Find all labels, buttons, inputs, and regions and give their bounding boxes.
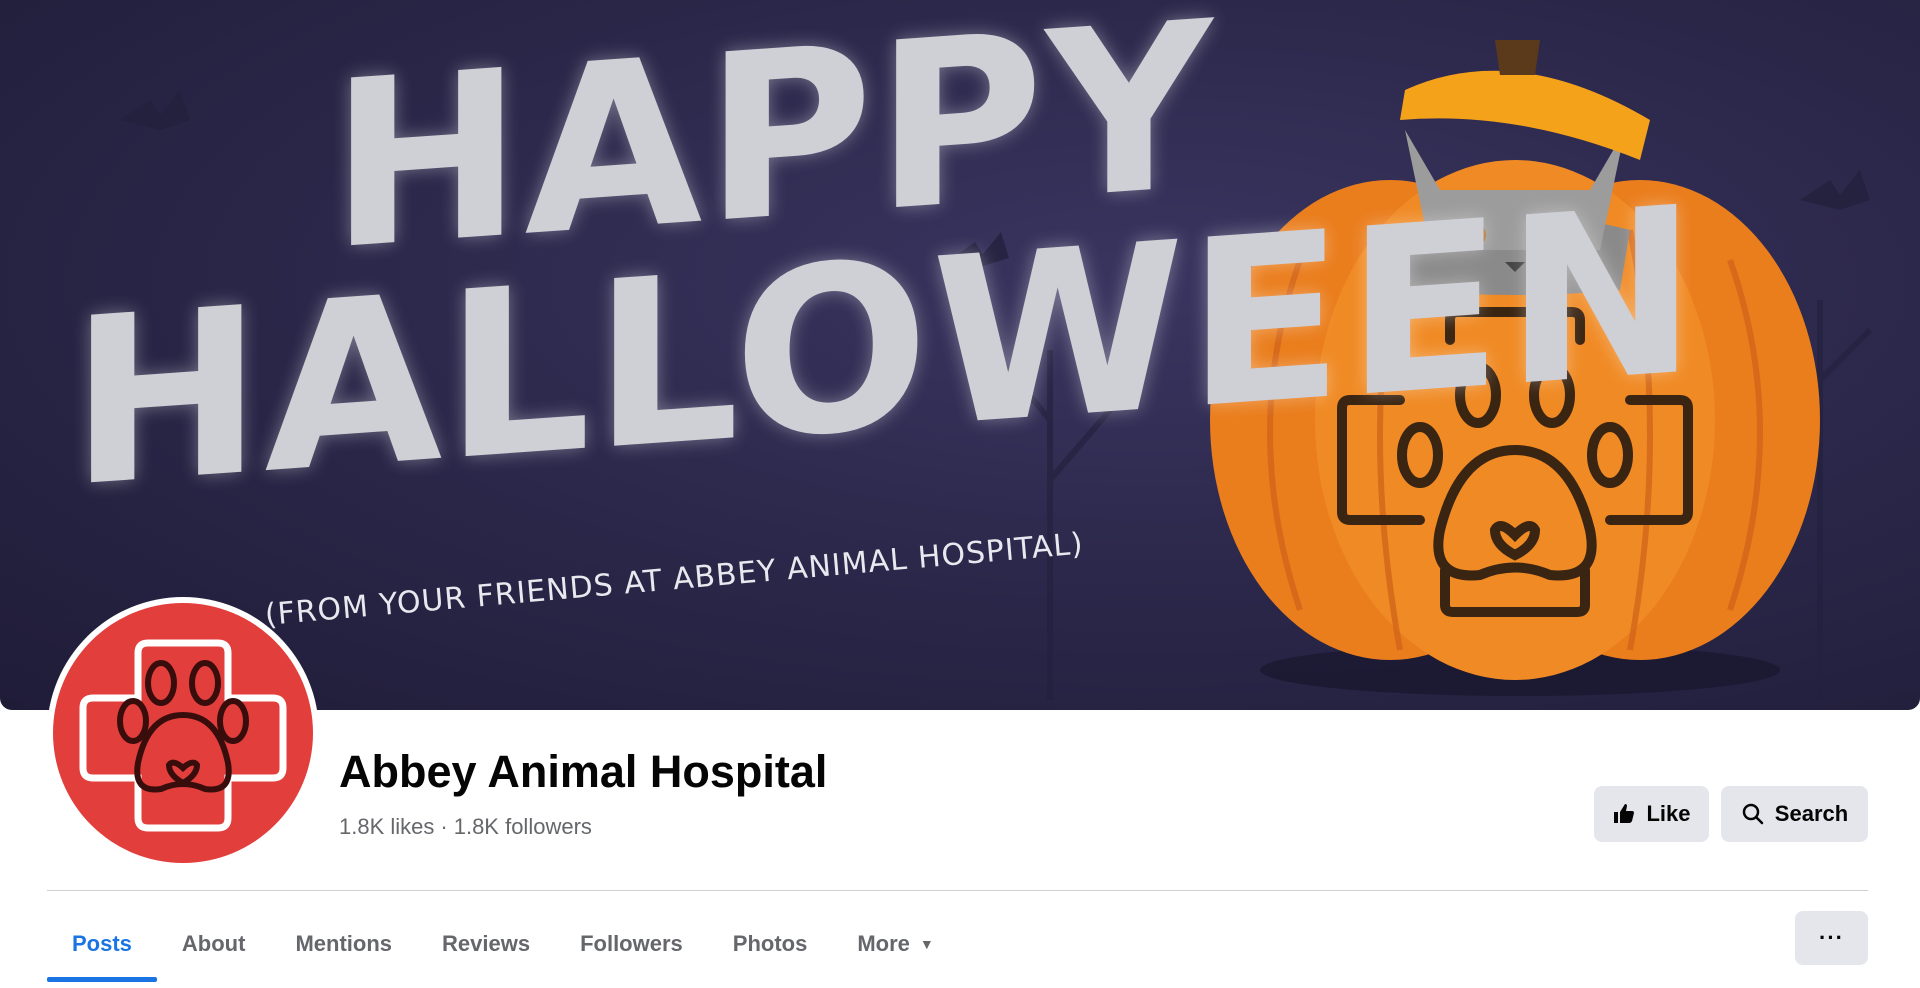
cover-headline-line2: Halloween	[70, 157, 1700, 539]
search-button[interactable]: Search	[1721, 786, 1868, 842]
more-options-button[interactable]: ···	[1795, 911, 1868, 965]
stats-separator: ·	[440, 814, 448, 839]
tab-label: More	[857, 931, 910, 956]
thumbs-up-icon	[1614, 804, 1635, 823]
cover-headline: Happy Halloween	[70, 0, 1699, 538]
cover-photo[interactable]: Happy Halloween (From your friends at Ab…	[0, 0, 1920, 710]
tab-about[interactable]: About	[157, 906, 271, 982]
page-title: Abbey Animal Hospital	[339, 746, 828, 797]
tab-label: Followers	[580, 931, 683, 956]
tab-label: Posts	[72, 931, 132, 956]
tab-reviews[interactable]: Reviews	[417, 906, 555, 982]
likes-count[interactable]: 1.8K likes	[339, 814, 434, 839]
search-button-label: Search	[1774, 801, 1849, 826]
profile-avatar[interactable]	[47, 597, 319, 869]
page-header: Happy Halloween (From your friends at Ab…	[0, 0, 1920, 988]
hospital-logo	[53, 603, 313, 863]
caret-down-icon: ▼	[919, 936, 934, 952]
like-button-label: Like	[1646, 801, 1691, 826]
like-button[interactable]: Like	[1594, 786, 1709, 842]
page-stats: 1.8K likes · 1.8K followers	[339, 814, 592, 840]
tab-mentions[interactable]: Mentions	[270, 906, 417, 982]
search-icon	[1742, 803, 1764, 825]
paw-cross-logo-icon	[79, 639, 287, 832]
tab-label: About	[181, 931, 246, 956]
followers-count[interactable]: 1.8K followers	[454, 814, 592, 839]
page-tabs: Posts About Mentions Reviews Followers P…	[47, 906, 959, 982]
tab-label: Photos	[732, 931, 808, 956]
tab-label: Reviews	[442, 931, 531, 956]
tab-posts[interactable]: Posts	[47, 906, 157, 982]
header-divider	[47, 890, 1868, 891]
tab-photos[interactable]: Photos	[708, 906, 833, 982]
tab-more[interactable]: More ▼	[832, 906, 958, 982]
tab-followers[interactable]: Followers	[555, 906, 708, 982]
tab-label: Mentions	[295, 931, 393, 956]
